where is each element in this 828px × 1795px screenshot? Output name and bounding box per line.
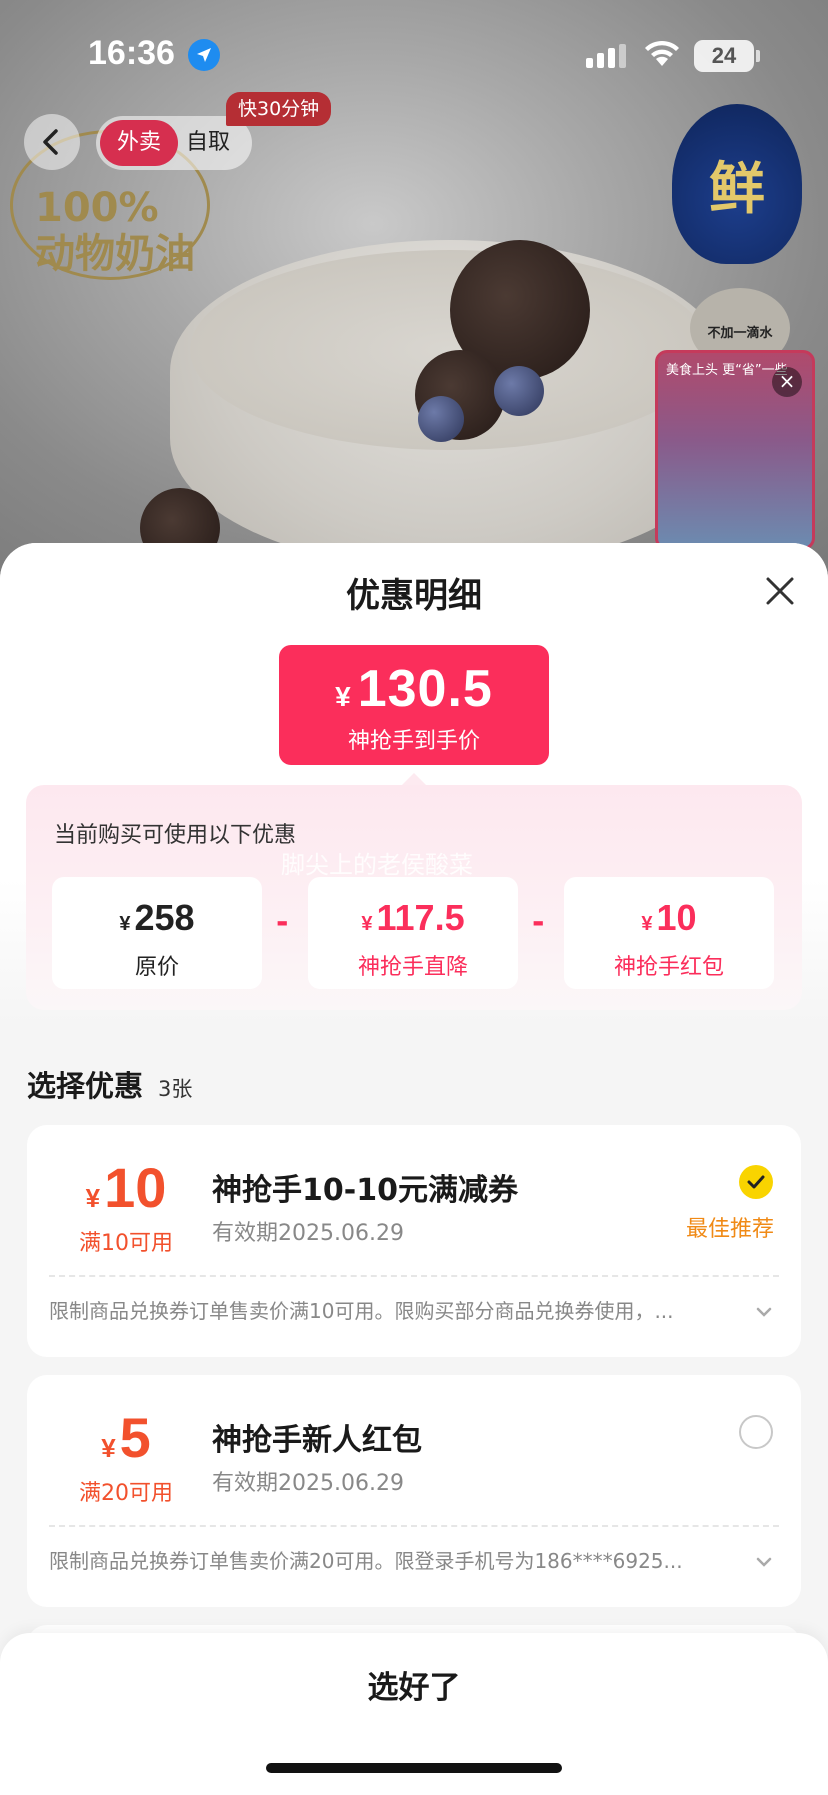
expand-chevron-icon[interactable] bbox=[755, 1553, 773, 1572]
coupon-name: 神抢手新人红包 bbox=[212, 1423, 422, 1458]
coupon-card[interactable]: ¥5 满20可用 神抢手新人红包 有效期2025.06.29 限制商品兑换券订单… bbox=[27, 1375, 801, 1607]
coupon-radio-unchecked[interactable] bbox=[739, 1415, 773, 1449]
discount-detail-sheet: 优惠明细 ¥130.5 神抢手到手价 当前购买可使用以下优惠 脚尖上的老侯酸菜 … bbox=[0, 543, 828, 1795]
mode-delivery-tab[interactable]: 外卖 bbox=[100, 120, 178, 166]
back-button[interactable] bbox=[24, 114, 80, 170]
direct-discount-card: ¥117.5 神抢手直降 bbox=[308, 877, 518, 989]
close-icon bbox=[766, 577, 794, 605]
coupon-amount: ¥10 bbox=[85, 1156, 167, 1219]
final-price-label: 神抢手到手价 bbox=[347, 729, 480, 754]
coupon-expiry: 有效期2025.06.29 bbox=[212, 1221, 404, 1246]
sheet-title: 优惠明细 bbox=[346, 576, 482, 616]
blueberry-decoration bbox=[418, 396, 464, 442]
coupon-card[interactable]: ¥10 满10可用 神抢手10-10元满减券 有效期2025.06.29 最佳推… bbox=[27, 1125, 801, 1357]
original-price-value: ¥258 bbox=[119, 897, 195, 938]
minus-sign: - bbox=[276, 905, 289, 940]
video-close-icon[interactable]: × bbox=[772, 367, 802, 397]
breakdown-title: 当前购买可使用以下优惠 bbox=[54, 823, 297, 848]
final-price-box: ¥130.5 神抢手到手价 bbox=[279, 645, 549, 765]
price-breakdown: 当前购买可使用以下优惠 脚尖上的老侯酸菜 ¥258 原价 - ¥117.5 神抢… bbox=[26, 785, 802, 1010]
coupon-name: 神抢手10-10元满减券 bbox=[212, 1173, 518, 1208]
select-discount-title: 选择优惠 bbox=[27, 1069, 144, 1103]
coupon-rule: 限制商品兑换券订单售卖价满20可用。限登录手机号为186****6925... bbox=[49, 1549, 683, 1573]
red-packet-card: ¥10 神抢手红包 bbox=[564, 877, 774, 989]
final-price-amount: ¥130.5 bbox=[335, 660, 493, 718]
price-pointer bbox=[402, 773, 426, 785]
best-recommend-badge: 最佳推荐 bbox=[686, 1217, 775, 1242]
fresh-badge: 鲜 bbox=[672, 104, 802, 264]
status-time: 16:36 bbox=[88, 34, 175, 72]
coupon-checkbox-checked[interactable] bbox=[739, 1165, 773, 1199]
chevron-left-icon bbox=[43, 129, 58, 155]
battery-indicator: 24 bbox=[694, 40, 754, 72]
battery-tip bbox=[756, 50, 760, 62]
coupon-divider bbox=[49, 1525, 779, 1527]
direct-discount-value: ¥117.5 bbox=[361, 897, 465, 938]
watermark-text: 脚尖上的老侯酸菜 bbox=[281, 851, 473, 879]
coupon-condition: 满10可用 bbox=[79, 1231, 173, 1256]
minus-sign: - bbox=[532, 905, 545, 940]
location-arrow-icon bbox=[188, 39, 220, 71]
fast-delivery-tag: 快30分钟 bbox=[226, 92, 332, 126]
blueberry-decoration bbox=[494, 366, 544, 416]
coupon-count: 3张 bbox=[158, 1077, 193, 1101]
wifi-icon bbox=[643, 38, 681, 72]
red-packet-label: 神抢手红包 bbox=[613, 955, 724, 980]
home-indicator bbox=[266, 1763, 562, 1773]
cellular-signal-icon bbox=[586, 44, 628, 72]
coupon-divider bbox=[49, 1275, 779, 1277]
original-price-label: 原价 bbox=[134, 955, 179, 980]
coupon-expiry: 有效期2025.06.29 bbox=[212, 1471, 404, 1496]
live-video-thumbnail[interactable]: 美食上头 更“省”一些 × bbox=[655, 350, 815, 550]
close-button[interactable] bbox=[762, 573, 798, 609]
checkmark-icon bbox=[747, 1175, 765, 1189]
coupon-condition: 满20可用 bbox=[79, 1481, 173, 1506]
sheet-footer: 选好了 bbox=[0, 1633, 828, 1795]
direct-discount-label: 神抢手直降 bbox=[357, 955, 468, 980]
coupon-amount: ¥5 bbox=[101, 1406, 151, 1469]
expand-chevron-icon[interactable] bbox=[755, 1303, 773, 1322]
status-bar: 16:36 24 bbox=[0, 0, 828, 110]
red-packet-value: ¥10 bbox=[641, 897, 697, 938]
confirm-button[interactable]: 选好了 bbox=[0, 1653, 828, 1723]
coupon-rule: 限制商品兑换券订单售卖价满10可用。限购买部分商品兑换券使用，... bbox=[49, 1299, 674, 1323]
original-price-card: ¥258 原价 bbox=[52, 877, 262, 989]
